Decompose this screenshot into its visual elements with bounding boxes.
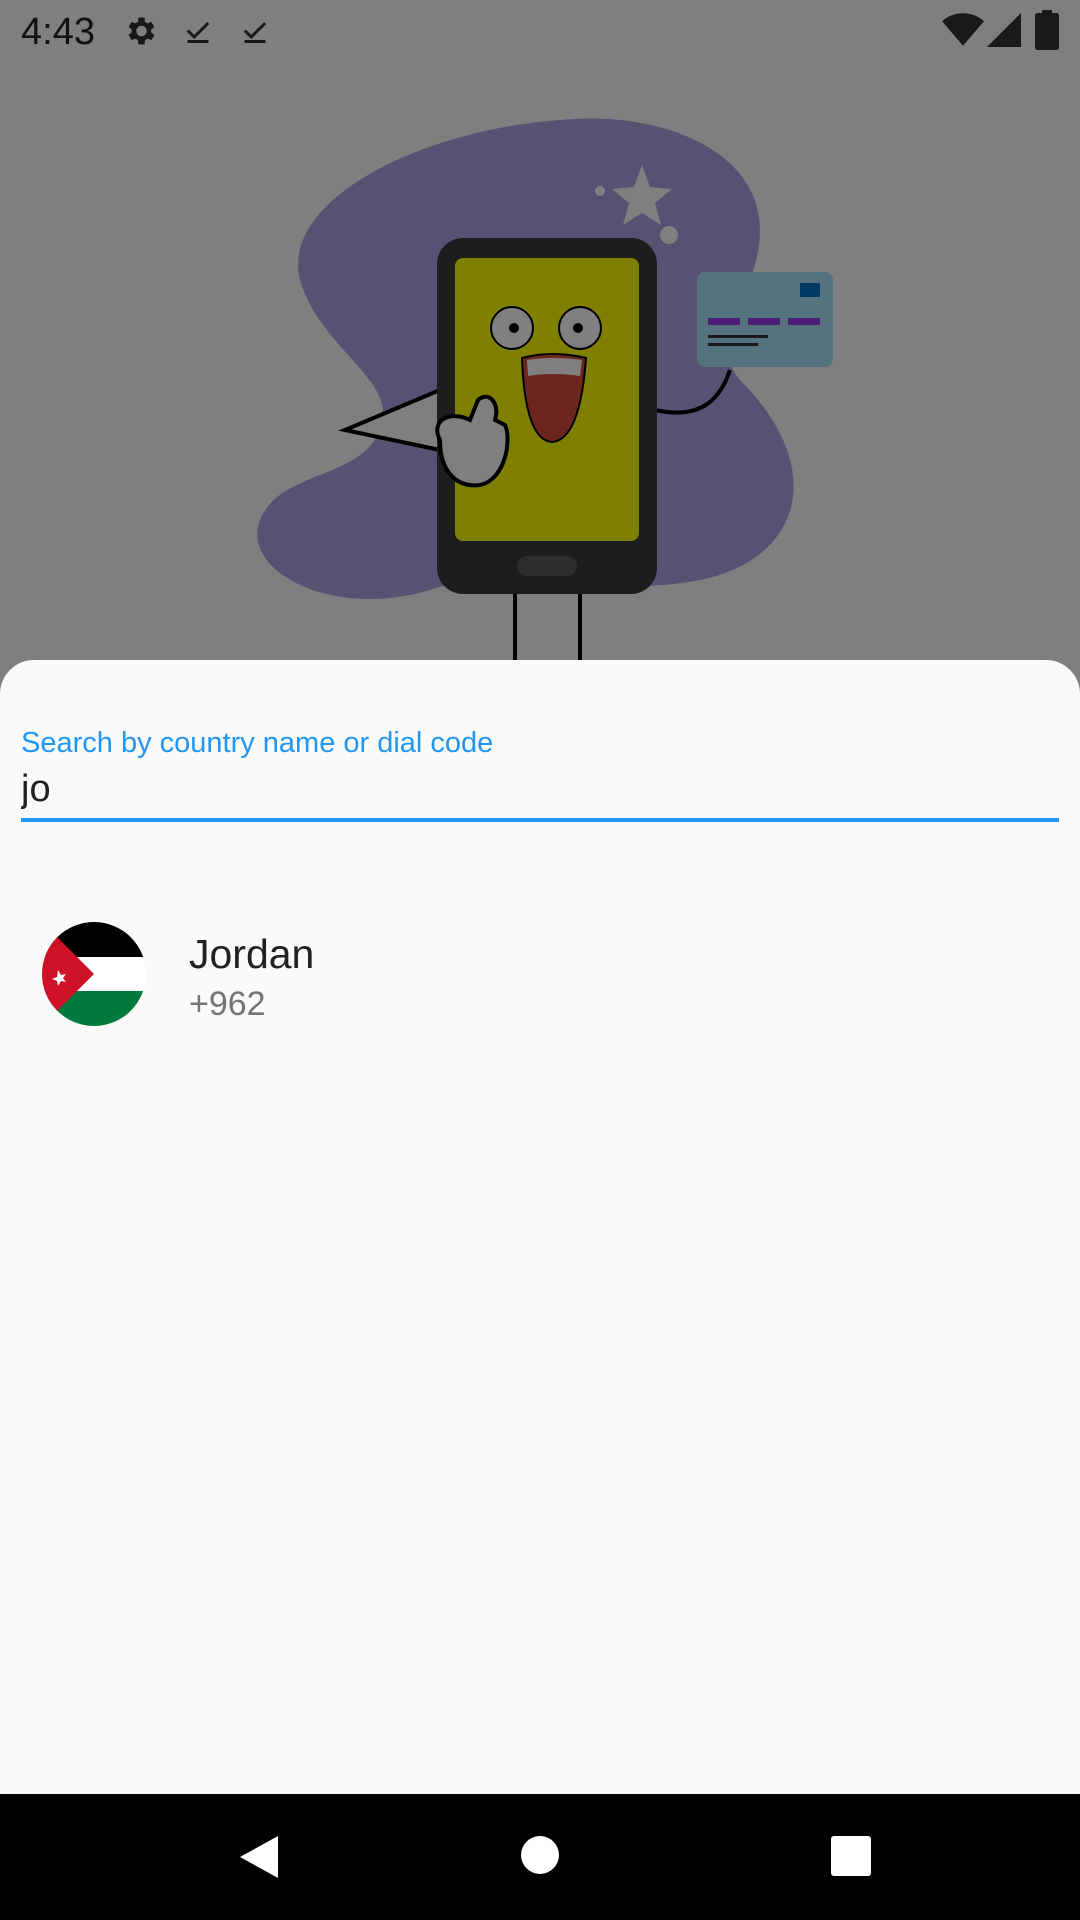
country-name: Jordan (189, 931, 315, 977)
back-icon[interactable] (236, 1834, 282, 1880)
search-label: Search by country name or dial code (21, 727, 494, 759)
search-field[interactable]: Search by country name or dial code (21, 726, 1059, 822)
screen: 4:43 (0, 0, 1080, 1920)
country-dial-code: +962 (189, 985, 266, 1023)
search-underline (21, 818, 1059, 822)
recents-icon[interactable] (831, 1836, 871, 1876)
search-input[interactable] (21, 766, 1059, 812)
country-list-item[interactable]: Jordan +962 (0, 922, 1080, 1052)
jordan-flag-icon (42, 922, 146, 1026)
country-picker-sheet: Search by country name or dial code Jord… (0, 660, 1080, 1794)
home-icon[interactable] (520, 1835, 560, 1875)
navigation-bar (0, 1794, 1080, 1920)
